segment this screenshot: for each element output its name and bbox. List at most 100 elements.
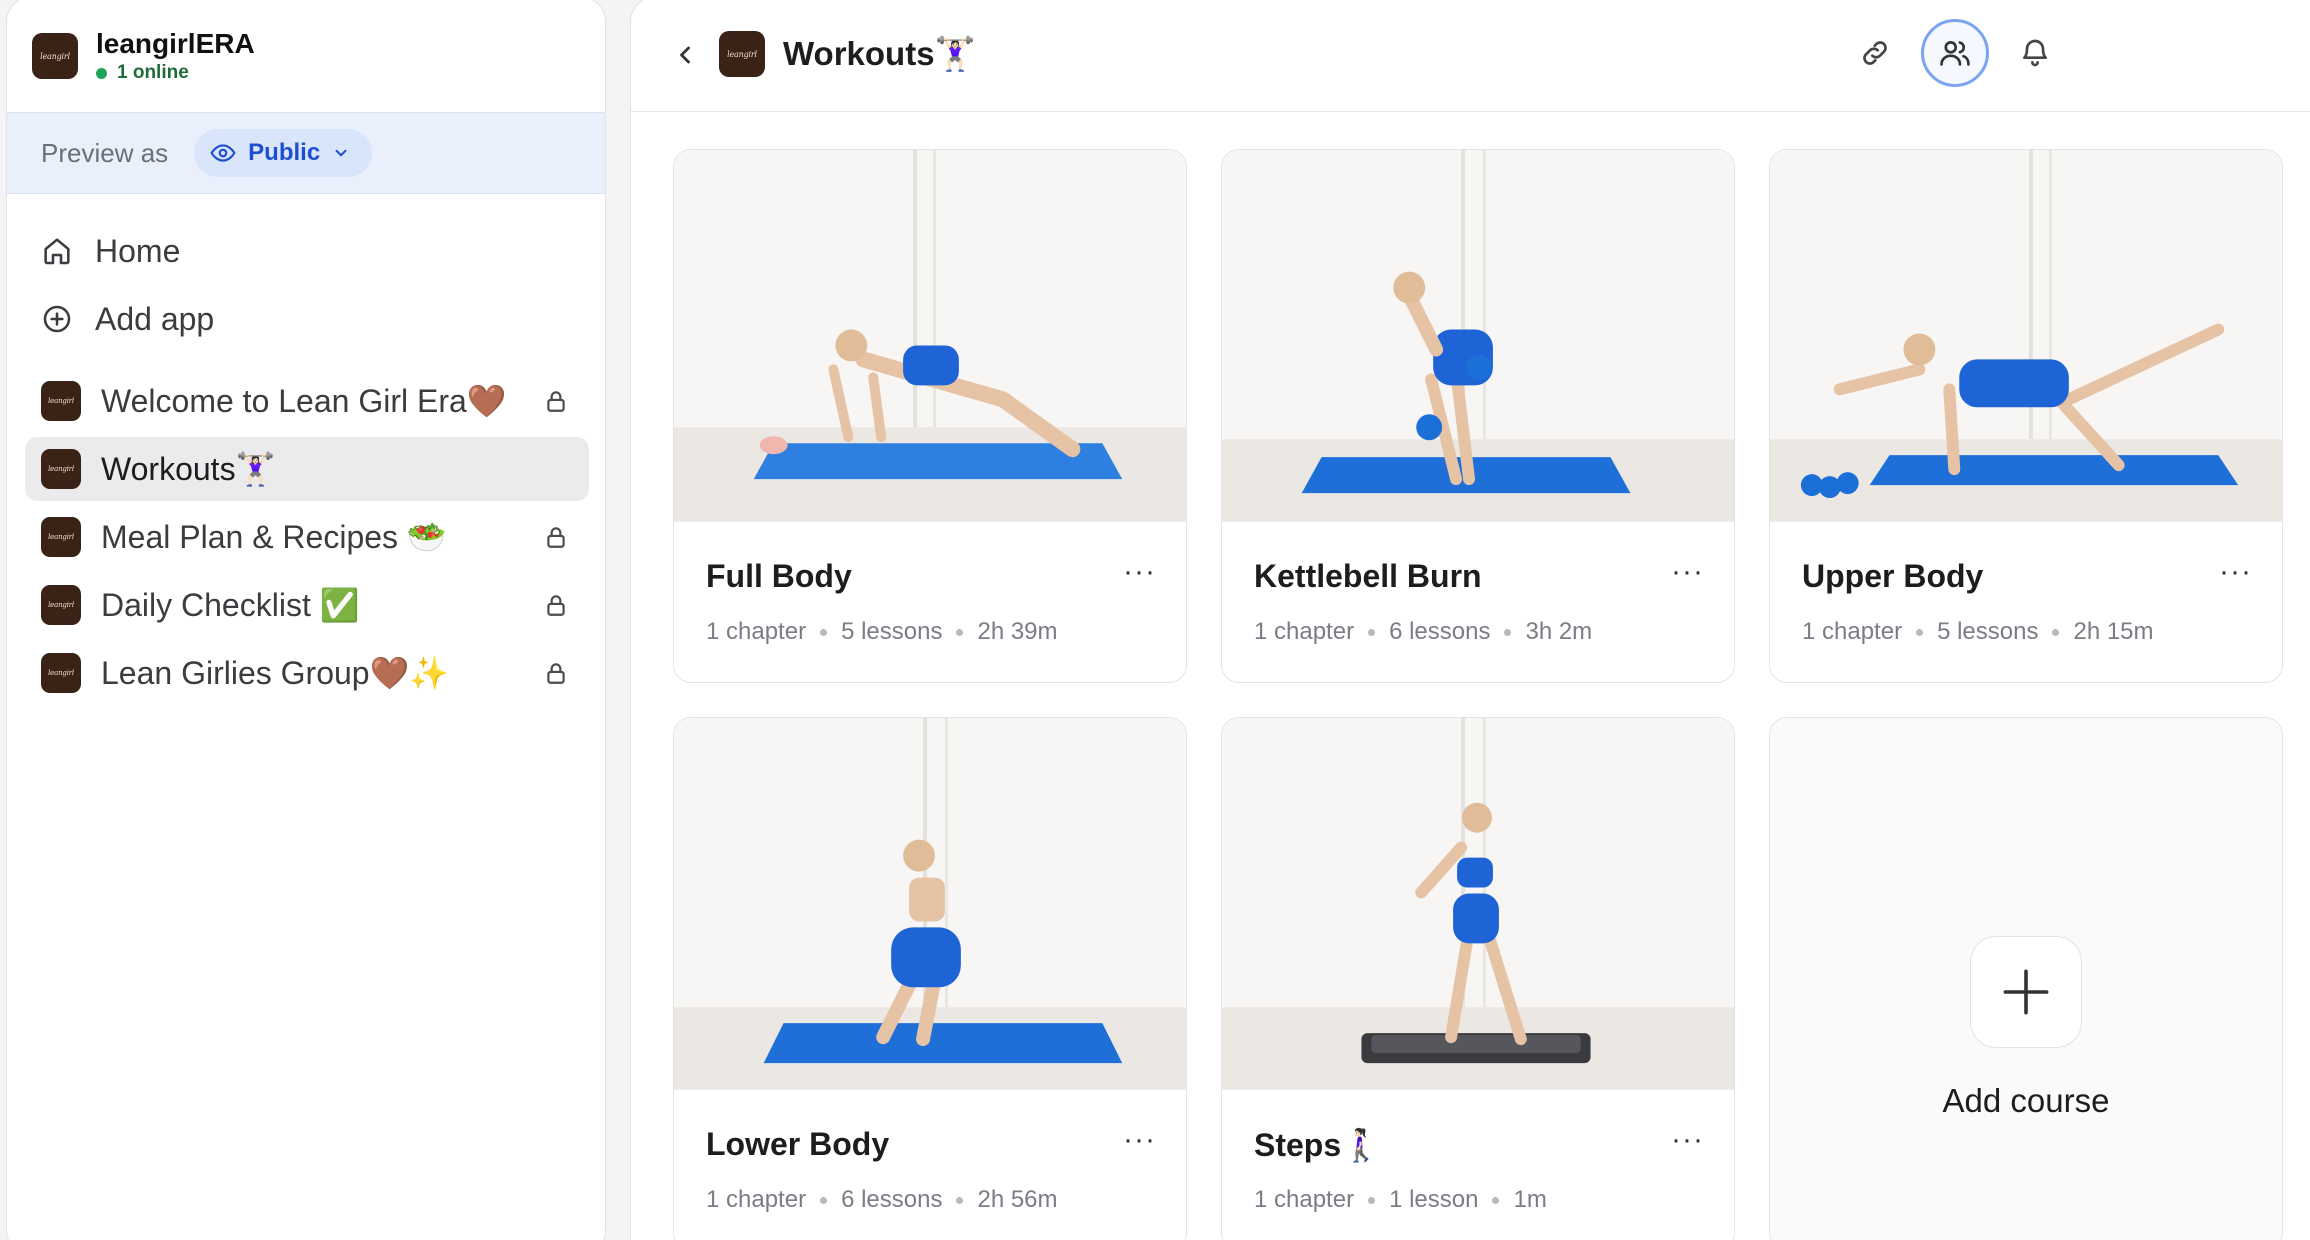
- copy-link-button[interactable]: [1841, 19, 1909, 87]
- sidebar-app-group[interactable]: leangirl Lean Girlies Group🤎✨: [25, 641, 589, 705]
- lock-icon: [547, 595, 565, 616]
- sidebar-app-label: Lean Girlies Group🤎✨: [101, 655, 450, 691]
- course-chapters: 1 chapter: [1802, 618, 1903, 645]
- app-logo: leangirl: [41, 653, 81, 693]
- link-icon: [1863, 41, 1887, 65]
- preview-label: Preview as: [41, 137, 169, 168]
- app-logo: leangirl: [41, 585, 81, 625]
- course-more-button[interactable]: ···: [2219, 557, 2252, 587]
- dot-separator: [1368, 1196, 1376, 1204]
- back-button[interactable]: [671, 41, 699, 74]
- dot-separator: [820, 628, 828, 636]
- sidebar-app-welcome[interactable]: leangirl Welcome to Lean Girl Era🤎: [25, 369, 589, 433]
- course-title: Lower Body: [706, 1126, 890, 1162]
- plus-circle-icon: [43, 305, 71, 333]
- course-duration: 2h 15m: [2073, 618, 2154, 645]
- course-thumbnail: [674, 718, 1186, 1090]
- sidebar: leangirl leangirlERA 1 online Preview as…: [6, 0, 606, 1240]
- dot-separator: [956, 628, 964, 636]
- sidebar-item-label: Add app: [95, 300, 215, 337]
- top-bar: leangirl Workouts🏋🏻‍♀️: [631, 0, 2310, 112]
- preview-visibility-dropdown[interactable]: Public: [194, 129, 373, 177]
- course-duration: 3h 2m: [1525, 618, 1593, 645]
- course-chapters: 1 chapter: [706, 618, 807, 645]
- course-card[interactable]: Steps🚶🏻‍♀️ ··· 1 chapter 1 lesson 1m: [1221, 717, 1735, 1240]
- course-title: Upper Body: [1802, 558, 1984, 594]
- online-status: 1 online: [96, 61, 255, 85]
- dot-separator: [1916, 628, 1924, 636]
- sidebar-app-label: Daily Checklist ✅: [101, 587, 360, 623]
- workspace-logo: leangirl: [32, 33, 78, 79]
- sidebar-apps: leangirl Welcome to Lean Girl Era🤎 leang…: [7, 369, 605, 709]
- chevron-down-icon: [335, 149, 347, 157]
- sidebar-item-add-app[interactable]: Add app: [7, 285, 605, 353]
- course-duration: 1m: [1513, 1186, 1547, 1213]
- sidebar-app-label: Workouts🏋🏻‍♀️: [101, 451, 276, 487]
- app-logo: leangirl: [41, 517, 81, 557]
- sidebar-item-label: Home: [95, 232, 181, 269]
- dot-separator: [1492, 1196, 1500, 1204]
- page-title-group: leangirl Workouts🏋🏻‍♀️: [719, 31, 976, 77]
- course-duration: 2h 56m: [977, 1186, 1058, 1213]
- lock-icon: [547, 391, 565, 412]
- course-meta: 1 chapter 6 lessons 3h 2m: [1254, 618, 1592, 646]
- lock-icon: [547, 527, 565, 548]
- course-more-button[interactable]: ···: [1123, 557, 1156, 587]
- course-card[interactable]: Upper Body ··· 1 chapter 5 lessons 2h 15…: [1769, 149, 2283, 683]
- course-title: Full Body: [706, 558, 852, 594]
- add-course-button[interactable]: [1970, 936, 2082, 1048]
- eye-icon: [210, 144, 236, 162]
- course-meta: 1 chapter 5 lessons 2h 15m: [1802, 618, 2154, 646]
- course-duration: 2h 39m: [977, 618, 1058, 645]
- sidebar-app-meal-plan[interactable]: leangirl Meal Plan & Recipes 🥗: [25, 505, 589, 569]
- add-course-card[interactable]: Add course: [1769, 717, 2283, 1240]
- notifications-button[interactable]: [2001, 19, 2069, 87]
- online-count: 1 online: [117, 62, 189, 83]
- bell-icon: [2023, 39, 2047, 67]
- home-icon: [44, 238, 70, 265]
- course-card[interactable]: Lower Body ··· 1 chapter 6 lessons 2h 56…: [673, 717, 1187, 1240]
- course-title: Kettlebell Burn: [1254, 558, 1482, 594]
- preview-bar: Preview as Public: [7, 112, 605, 194]
- users-icon: [1940, 41, 1970, 66]
- top-actions: [1829, 19, 2069, 87]
- course-chapters: 1 chapter: [706, 1186, 807, 1213]
- dot-separator: [956, 1196, 964, 1204]
- sidebar-app-workouts[interactable]: leangirl Workouts🏋🏻‍♀️: [25, 437, 589, 501]
- course-thumbnail: [1222, 150, 1734, 522]
- course-lessons: 6 lessons: [841, 1186, 943, 1213]
- course-title: Steps🚶🏻‍♀️: [1254, 1127, 1381, 1163]
- course-more-button[interactable]: ···: [1671, 1125, 1704, 1155]
- sidebar-nav: Home Add app: [7, 217, 605, 353]
- app-logo: leangirl: [719, 31, 765, 77]
- sidebar-app-label: Welcome to Lean Girl Era🤎: [101, 383, 507, 419]
- course-lessons: 1 lesson: [1389, 1186, 1479, 1213]
- online-dot-icon: [96, 67, 107, 79]
- course-chapters: 1 chapter: [1254, 1186, 1355, 1213]
- course-meta: 1 chapter 6 lessons 2h 56m: [706, 1186, 1058, 1214]
- sidebar-item-home[interactable]: Home: [7, 217, 605, 285]
- page-title: Workouts🏋🏻‍♀️: [783, 34, 976, 72]
- plus-icon: [2003, 969, 2049, 1015]
- members-button[interactable]: [1921, 19, 1989, 87]
- course-meta: 1 chapter 5 lessons 2h 39m: [706, 618, 1058, 646]
- course-thumbnail: [1222, 718, 1734, 1090]
- workspace-header[interactable]: leangirl leangirlERA 1 online: [32, 27, 255, 85]
- workspace-name: leangirlERA: [96, 28, 255, 59]
- sidebar-app-label: Meal Plan & Recipes 🥗: [101, 519, 447, 555]
- dot-separator: [2052, 628, 2060, 636]
- app-logo: leangirl: [41, 449, 81, 489]
- lock-icon: [547, 663, 565, 684]
- app-logo: leangirl: [41, 381, 81, 421]
- dot-separator: [1368, 628, 1376, 636]
- course-lessons: 6 lessons: [1389, 618, 1491, 645]
- course-more-button[interactable]: ···: [1123, 1125, 1156, 1155]
- course-chapters: 1 chapter: [1254, 618, 1355, 645]
- main-panel: leangirl Workouts🏋🏻‍♀️: [630, 0, 2310, 1240]
- course-more-button[interactable]: ···: [1671, 557, 1704, 587]
- course-card[interactable]: Kettlebell Burn ··· 1 chapter 6 lessons …: [1221, 149, 1735, 683]
- sidebar-app-daily-checklist[interactable]: leangirl Daily Checklist ✅: [25, 573, 589, 637]
- course-lessons: 5 lessons: [1937, 618, 2039, 645]
- course-card[interactable]: Full Body ··· 1 chapter 5 lessons 2h 39m: [673, 149, 1187, 683]
- course-lessons: 5 lessons: [841, 618, 943, 645]
